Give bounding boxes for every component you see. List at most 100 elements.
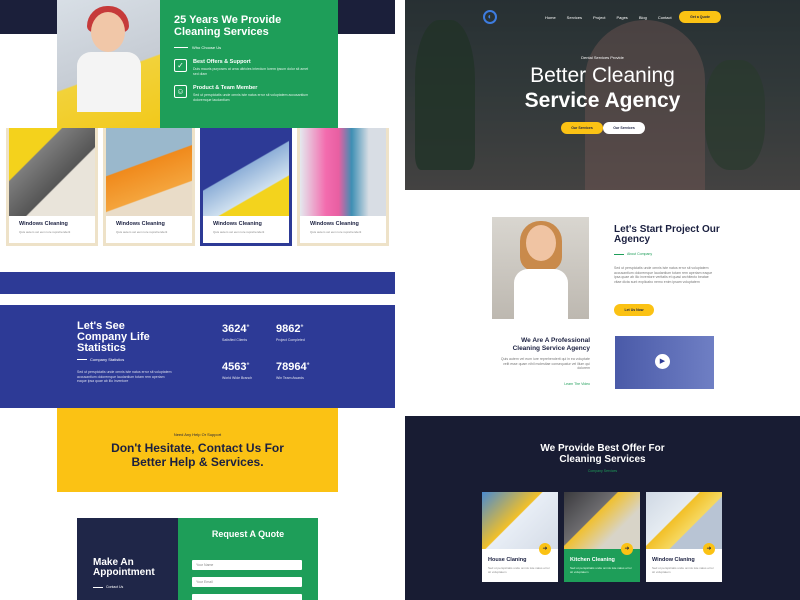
stat-value: 4563	[222, 361, 247, 373]
card-photo	[106, 128, 192, 216]
card-title: Windows Cleaning	[116, 221, 165, 227]
nav-item-pages[interactable]: Pages	[616, 15, 627, 20]
about-item-text: Duis mauris purposes at urna ultricies i…	[193, 67, 309, 76]
service-title: Window Claning	[652, 557, 695, 563]
stats-subtitle: Company Statistics	[77, 357, 124, 362]
logo-icon[interactable]: ◐	[483, 10, 497, 24]
card-text: Quis autem vel eum iure reprehenderit	[19, 230, 71, 234]
stat-item: 3624+ Satisfied Clients	[222, 323, 250, 342]
arrow-right-icon[interactable]: ➜	[703, 543, 715, 555]
card-title: Windows Cleaning	[213, 221, 262, 227]
stat-label: Project Completed	[276, 338, 305, 342]
card-text: Quis autem vel eum iure reprehenderit	[213, 230, 265, 234]
name-field[interactable]: Your Name	[192, 560, 302, 570]
service-card[interactable]: ➜ House Claning Sed ut perspiciatis unde…	[482, 492, 558, 582]
cleaner-photo	[57, 0, 160, 128]
service-text: Sed ut perspiciatis unde omnis iste natu…	[652, 566, 714, 574]
nav-item-blog[interactable]: Blog	[639, 15, 647, 20]
video-link[interactable]: Learn The Video	[535, 382, 590, 386]
get-quote-button[interactable]: Get a Quote	[679, 11, 721, 23]
hero-services-button[interactable]: Our Services	[561, 122, 603, 134]
service-text: Sed ut perspiciatis unde omnis iste natu…	[570, 566, 632, 574]
nav-item-project[interactable]: Project	[593, 15, 605, 20]
right-page-preview: ◐ Home Services Project Pages Blog Conta…	[405, 0, 800, 600]
extra-field[interactable]	[192, 594, 302, 600]
offer-subtitle: Company Services	[587, 469, 618, 473]
about-photo	[492, 217, 589, 319]
stat-value: 3624	[222, 323, 247, 335]
video-thumbnail[interactable]: ▶	[615, 336, 714, 389]
hero-section: ◐ Home Services Project Pages Blog Conta…	[405, 0, 800, 190]
hero-title-line1: Better Cleaning	[530, 64, 675, 87]
about-item-text: Sed ut perspiciatis unde omnis iste natu…	[193, 93, 309, 102]
card-text: Quis autem vel eum iure reprehenderit	[116, 230, 168, 234]
nav-item-services[interactable]: Services	[567, 15, 582, 20]
offer-section: We Provide Best Offer For Cleaning Servi…	[405, 416, 800, 600]
about-subtitle: Who Choose Us	[174, 45, 324, 50]
let-us-now-button[interactable]: Let Us Now	[614, 304, 654, 316]
nav-item-contact[interactable]: Contact	[658, 15, 672, 20]
stat-label: Win Team Awards	[276, 376, 304, 380]
service-title: House Claning	[488, 557, 527, 563]
about-text: Sed ut perspiciatis unde omnis iste natu…	[614, 266, 713, 284]
service-card[interactable]: Windows Cleaning Quis autem vel eum iure …	[297, 128, 389, 246]
arrow-right-icon[interactable]: ➜	[621, 543, 633, 555]
quote-title: Request A Quote	[211, 529, 285, 539]
professional-text: Quis autem vel eum iure reprehenderit qu…	[500, 357, 590, 370]
arrow-right-icon[interactable]: ➜	[539, 543, 551, 555]
card-title: Windows Cleaning	[19, 221, 68, 227]
stat-value: 78964	[276, 361, 307, 373]
stats-title: Let's See Company Life Statistics	[77, 320, 150, 354]
stat-value: 9862	[276, 323, 301, 335]
card-text: Quis autem vel eum iure reprehenderit	[310, 230, 362, 234]
appointment-subtitle: Contact Us	[93, 585, 162, 589]
hero-title-line2: Service Agency	[524, 89, 681, 112]
card-photo	[9, 128, 95, 216]
card-photo	[482, 492, 558, 549]
service-title: Kitchen Cleaning	[570, 557, 615, 563]
about-item: ✓ Best Offers & Support Duis mauris purp…	[174, 59, 324, 76]
service-card[interactable]: Windows Cleaning Quis autem vel eum iure …	[6, 128, 98, 246]
about-title: 25 Years We Provide Cleaning Services	[174, 14, 282, 38]
service-card[interactable]: ➜ Kitchen Cleaning Sed ut perspiciatis u…	[564, 492, 640, 582]
service-card[interactable]: Windows Cleaning Quis autem vel eum iure …	[200, 128, 292, 246]
hero-tagline: Dental Services Provide	[581, 55, 624, 60]
main-nav: ◐ Home Services Project Pages Blog Conta…	[405, 8, 800, 26]
stat-item: 78964+ Win Team Awards	[276, 361, 310, 380]
stat-item: 9862+ Project Completed	[276, 323, 305, 342]
play-icon[interactable]: ▶	[655, 354, 670, 369]
nav-item-home[interactable]: Home	[545, 15, 556, 20]
appointment-panel: Make An Appointment Contact Us	[77, 518, 178, 600]
contact-cta: Need Any Help Or Support Don't Hesitate,…	[57, 408, 338, 492]
card-photo	[203, 128, 289, 216]
about-item: ☺ Product & Team Member Sed ut perspicia…	[174, 85, 324, 102]
nav-menu: Home Services Project Pages Blog Contact	[545, 15, 672, 20]
stat-label: Satisfied Clients	[222, 338, 248, 342]
hero-services-button-2[interactable]: Our Services	[603, 122, 645, 134]
stat-item: 4563+ World Wide Branch	[222, 361, 253, 380]
card-title: Windows Cleaning	[310, 221, 359, 227]
service-text: Sed ut perspiciatis unde omnis iste natu…	[488, 566, 550, 574]
quote-form: Request A Quote Your Name Your Email	[178, 518, 318, 600]
about-item-title: Best Offers & Support	[193, 59, 251, 65]
offer-title: We Provide Best Offer For Cleaning Servi…	[540, 443, 665, 465]
about-title: Let's Start Project Our Agency	[614, 224, 720, 245]
stat-label: World Wide Branch	[222, 376, 253, 380]
divider-band	[0, 272, 395, 294]
service-card[interactable]: Windows Cleaning Quis autem vel eum iure …	[103, 128, 195, 246]
statistics-section: Let's See Company Life Statistics Compan…	[0, 305, 395, 408]
about-panel: 25 Years We Provide Cleaning Services Wh…	[160, 0, 338, 128]
card-photo	[564, 492, 640, 549]
professional-title: We Are A Professional Cleaning Service A…	[512, 337, 590, 352]
cta-title: Don't Hesitate, Contact Us For Better He…	[111, 441, 284, 469]
left-page-preview: 25 Years We Provide Cleaning Services Wh…	[0, 0, 395, 600]
about-subtitle: About Company	[614, 252, 652, 256]
about-item-title: Product & Team Member	[193, 85, 258, 91]
service-cards: Windows Cleaning Quis autem vel eum iure …	[6, 128, 391, 246]
stats-text: Sed ut perspiciatis unde omnis iste natu…	[77, 370, 172, 383]
appointment-title: Make An Appointment	[93, 557, 155, 578]
card-photo	[646, 492, 722, 549]
email-field[interactable]: Your Email	[192, 577, 302, 587]
service-card[interactable]: ➜ Window Claning Sed ut perspiciatis und…	[646, 492, 722, 582]
card-photo	[300, 128, 386, 216]
